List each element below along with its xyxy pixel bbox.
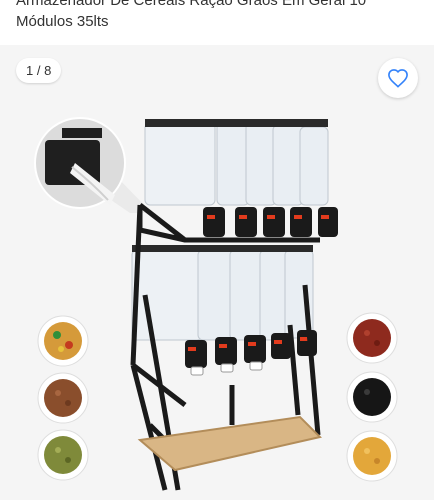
heart-outline-icon xyxy=(388,69,408,88)
product-gallery[interactable]: 1 / 8 xyxy=(0,45,434,500)
grain-bowls-right xyxy=(346,312,398,482)
zoom-detail-callout xyxy=(34,117,152,213)
product-image xyxy=(34,117,398,491)
favorite-button[interactable] xyxy=(378,58,418,98)
grain-bowls-left xyxy=(37,315,89,481)
image-counter: 1 / 8 xyxy=(16,58,62,83)
product-title: Armazenador De Cereais Ração Grãos Em Ge… xyxy=(16,0,367,30)
title-area: Armazenador De Cereais Ração Grãos Em Ge… xyxy=(0,0,434,45)
top-containers xyxy=(144,119,329,206)
bottom-containers xyxy=(131,245,314,341)
